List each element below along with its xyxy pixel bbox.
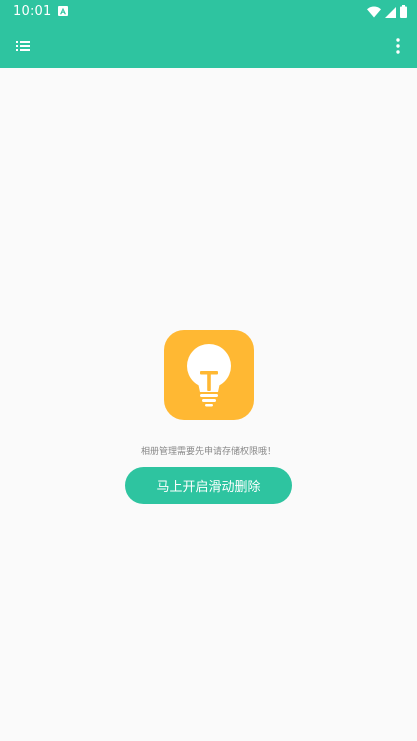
signal-icon — [385, 3, 396, 22]
more-vert-icon — [396, 38, 400, 54]
notification-a-icon — [58, 6, 68, 16]
lightbulb-icon — [164, 330, 254, 420]
battery-icon — [400, 3, 407, 22]
status-time: 10:01 — [13, 4, 52, 19]
status-bar: 10:01 — [0, 0, 417, 24]
list-menu-icon — [16, 41, 30, 51]
more-options-button[interactable] — [393, 36, 403, 56]
main-content: 相册管理需要先申请存储权限哦！ 马上开启滑动删除 — [0, 68, 417, 741]
permission-message: 相册管理需要先申请存储权限哦！ — [140, 447, 276, 457]
app-bar — [0, 24, 417, 68]
wifi-icon — [367, 3, 381, 22]
enable-swipe-delete-button[interactable]: 马上开启滑动删除 — [125, 467, 292, 504]
list-menu-button[interactable] — [12, 35, 34, 57]
